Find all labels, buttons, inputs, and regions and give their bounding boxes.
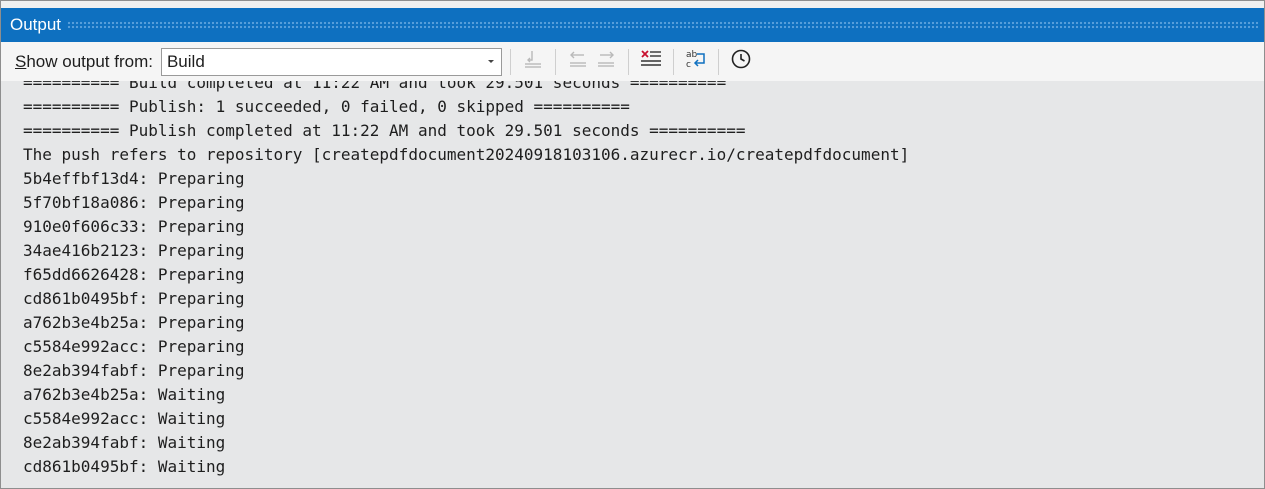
goto-current-line-icon (522, 48, 544, 75)
output-line: f65dd6626428: Preparing (23, 265, 245, 284)
output-line: a762b3e4b25a: Waiting (23, 385, 226, 404)
toggle-word-wrap-button[interactable]: ab c (682, 48, 710, 76)
show-output-label-text: how output from: (26, 51, 153, 71)
output-line: 8e2ab394fabf: Waiting (23, 433, 226, 452)
toolbar-separator (509, 48, 511, 75)
output-line: 34ae416b2123: Preparing (23, 241, 245, 260)
output-line: ========== Publish: 1 succeeded, 0 faile… (23, 97, 630, 116)
svg-text:ab: ab (686, 50, 698, 60)
output-line: cd861b0495bf: Preparing (23, 289, 245, 308)
output-line: 8e2ab394fabf: Preparing (23, 361, 245, 380)
toolbar-separator (717, 48, 719, 75)
output-lines: ========== Build completed at 11:22 AM a… (23, 81, 909, 479)
output-source-select[interactable]: Build (160, 47, 502, 76)
previous-message-button[interactable] (564, 48, 592, 76)
toggle-timestamp-button[interactable] (727, 48, 755, 76)
output-content[interactable]: ========== Build completed at 11:22 AM a… (1, 81, 1264, 488)
toolbar-separator (672, 48, 674, 75)
output-line: c5584e992acc: Waiting (23, 409, 226, 428)
next-message-icon (595, 48, 617, 75)
output-line: 910e0f606c33: Preparing (23, 217, 245, 236)
output-line: a762b3e4b25a: Preparing (23, 313, 245, 332)
previous-message-icon (567, 48, 589, 75)
output-line: ========== Publish completed at 11:22 AM… (23, 121, 746, 140)
show-output-accelerator: S (15, 51, 27, 71)
toggle-timestamp-icon (730, 48, 752, 75)
output-line: The push refers to repository [createpdf… (23, 145, 910, 164)
next-message-button[interactable] (592, 48, 620, 76)
output-window: Output Show output from: Build ab c ====… (0, 0, 1265, 489)
toolbar-separator (627, 48, 629, 75)
output-source-value: Build (166, 51, 205, 71)
output-line: c5584e992acc: Preparing (23, 337, 245, 356)
titlebar-grip[interactable] (67, 21, 1258, 29)
show-output-from-label: Show output from: (15, 52, 153, 72)
toggle-word-wrap-icon: ab c (684, 48, 708, 75)
output-line: cd861b0495bf: Waiting (23, 457, 226, 476)
goto-current-line-button[interactable] (519, 48, 547, 76)
output-titlebar[interactable]: Output (1, 8, 1264, 42)
toolbar-separator (554, 48, 556, 75)
output-line: ========== Build completed at 11:22 AM a… (23, 81, 727, 92)
svg-text:c: c (686, 60, 691, 70)
clear-all-button[interactable] (637, 48, 665, 76)
output-line: 5b4effbf13d4: Preparing (23, 169, 245, 188)
chevron-down-icon[interactable] (481, 49, 501, 75)
output-line: 5f70bf18a086: Preparing (23, 193, 245, 212)
output-toolbar: Show output from: Build ab c (1, 42, 1264, 81)
clear-all-icon (639, 48, 663, 75)
output-title: Output (10, 15, 62, 34)
window-top-strip (1, 1, 1264, 8)
